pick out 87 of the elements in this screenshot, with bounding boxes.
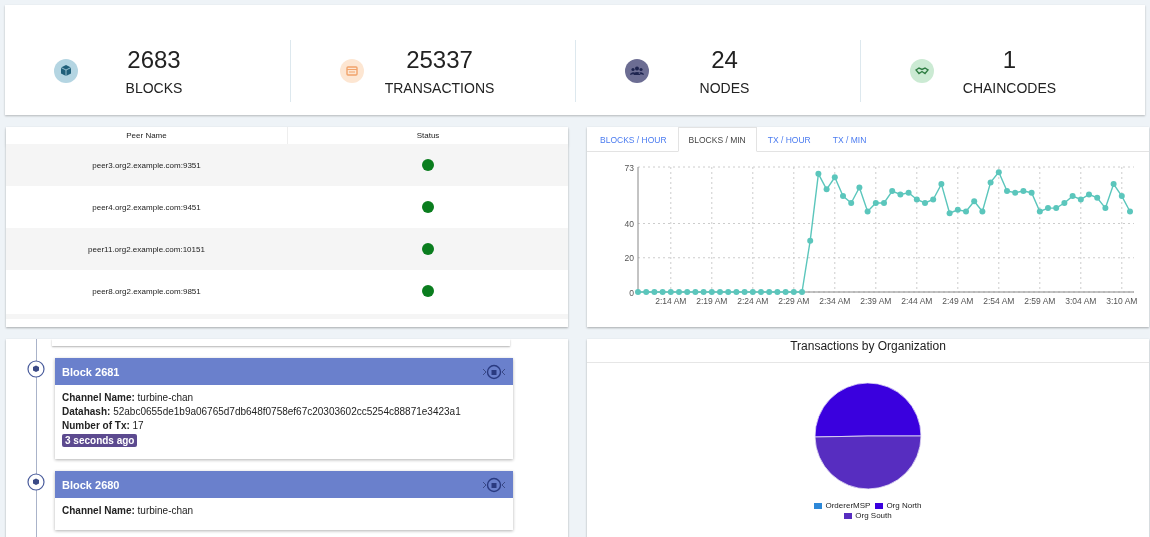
data-point [676,289,682,295]
x-tick-label: 2:59 AM [1024,296,1056,306]
cube-icon [27,473,45,491]
stat-value: 25337 [405,46,474,74]
data-point [856,184,863,191]
data-point [971,198,978,205]
block-detail: Number of Tx: 17 [62,419,145,433]
legend-swatch [875,502,884,509]
legend-label: OrdererMSP [825,501,871,510]
stat-label: NODES [698,80,751,96]
data-point [717,289,723,295]
x-tick-label: 2:14 AM [655,296,687,306]
data-point [840,193,846,200]
data-point [872,199,879,206]
column-header: Peer Name [125,130,168,142]
data-point [979,208,986,215]
legend-swatch [814,502,823,509]
stat-value: 2683 [126,46,182,74]
chart-title: Transactions by Organization [587,339,1149,363]
data-point [1045,205,1051,212]
y-tick-label: 40 [624,219,634,229]
x-tick-label: 2:19 AM [696,296,728,306]
x-tick-label: 2:24 AM [737,296,769,306]
x-tick-label: 2:54 AM [983,296,1015,306]
data-point [635,289,641,295]
block-detail: Datahash: 52abc0655de1b9a06765d7db648f0758ef67c20303602cc5254c88871e3423a1 [62,405,462,419]
chart-tab[interactable]: BLOCKS / MIN [677,127,757,152]
data-point [831,174,838,181]
data-point [1086,191,1092,198]
block-detail: Channel Name: turbine-chan [62,504,195,518]
block-title: Block 2681 [62,365,120,378]
table-cell-text: peer4.org2.example.com:9451 [91,202,202,212]
x-tick-label: 3:10 AM [1106,296,1138,306]
y-tick-label: 20 [624,253,634,264]
chart-tab[interactable]: TX / MIN [821,127,878,152]
chart-tab[interactable]: BLOCKS / HOUR [589,127,678,152]
data-point [815,170,822,177]
data-point [963,208,969,215]
cube-icon [27,360,45,378]
table-cell-text: peer8.org2.example.com:9851 [91,286,202,296]
stat-value: 1 [1001,46,1018,74]
people-icon [625,59,649,83]
x-tick-label: 3:04 AM [1065,296,1097,306]
x-tick-label: 2:49 AM [942,296,974,306]
chart-tab[interactable]: TX / HOUR [756,127,822,152]
data-point [881,199,887,206]
data-point [938,181,945,188]
stat-label: TRANSACTIONS [383,80,496,96]
stat-label: CHAINCODES [961,80,1058,96]
legend-label: Org South [855,511,892,520]
data-point [864,208,871,215]
data-point [922,199,928,206]
data-point [995,169,1002,176]
block-icon[interactable] [481,476,507,493]
data-point [930,196,937,203]
block-icon[interactable] [481,363,507,380]
data-point [1004,187,1010,194]
data-point [1118,193,1125,200]
x-tick-label: 2:29 AM [778,296,810,306]
stat-value: 24 [710,46,739,74]
data-point [799,289,805,295]
data-point [758,289,764,295]
data-point [1110,181,1117,188]
time-badge: 3 seconds ago [62,434,138,447]
x-tick-label: 2:39 AM [860,296,892,306]
data-point [1094,194,1101,201]
data-point [1102,205,1109,212]
x-tick-label: 2:34 AM [819,296,851,306]
block-detail: Channel Name: turbine-chan [62,391,195,405]
x-tick-label: 2:44 AM [901,296,933,306]
handshake-icon [910,59,934,83]
table-cell-text: peer3.org2.example.com:9351 [91,160,202,170]
y-tick-label: 73 [624,162,634,173]
table-cell-text: peer11.org2.example.com:10151 [87,244,206,254]
legend-label: Org North [886,501,922,510]
stat-label: BLOCKS [124,80,184,96]
window-icon [340,59,364,83]
y-tick-label: 0 [629,287,634,298]
cube-icon [54,59,78,83]
data-point [848,199,855,206]
legend-swatch [844,512,853,519]
data-point [987,179,994,186]
data-point [1036,208,1043,215]
block-title: Block 2680 [62,478,120,491]
data-point [823,186,830,193]
data-point [1127,208,1133,215]
data-point [807,237,814,244]
